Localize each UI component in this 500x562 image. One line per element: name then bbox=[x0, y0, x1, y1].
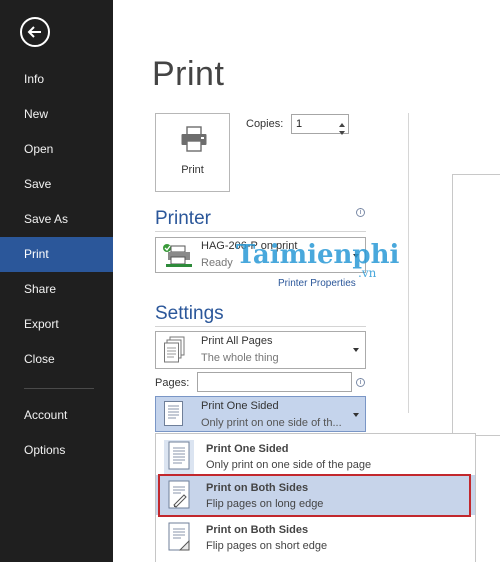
one-sided-page-icon bbox=[164, 440, 194, 477]
page-title: Print bbox=[152, 55, 225, 93]
print-range-dropdown[interactable]: Print All Pages The whole thing bbox=[155, 331, 366, 369]
menu-item-print-one-sided[interactable]: Print One Sided Only print on one side o… bbox=[156, 436, 475, 477]
sides-subtitle: Only print on one side of th... bbox=[201, 417, 342, 429]
printer-heading-rule bbox=[155, 231, 366, 232]
printer-properties-link[interactable]: Printer Properties bbox=[278, 278, 356, 289]
network-printer-icon bbox=[162, 242, 196, 275]
sidebar-item-open[interactable]: Open bbox=[0, 132, 113, 167]
printer-status: Ready bbox=[201, 257, 233, 269]
sidebar-item-share[interactable]: Share bbox=[0, 272, 113, 307]
print-button[interactable]: Print bbox=[155, 113, 230, 192]
spin-up-icon[interactable] bbox=[337, 116, 347, 127]
print-range-title: Print All Pages bbox=[201, 335, 273, 347]
print-range-subtitle: The whole thing bbox=[201, 352, 279, 364]
spin-down-icon[interactable] bbox=[337, 124, 347, 135]
copies-stepper[interactable] bbox=[291, 114, 349, 135]
pages-field[interactable] bbox=[197, 372, 352, 392]
print-preview-page bbox=[452, 174, 500, 436]
backstage-sidebar: Info New Open Save Save As Print Share E… bbox=[0, 0, 113, 562]
sidebar-item-export[interactable]: Export bbox=[0, 307, 113, 342]
watermark: Taimienphi .vn bbox=[236, 240, 399, 280]
menu-item-print-both-sides-long-edge[interactable]: Print on Both Sides Flip pages on long e… bbox=[156, 475, 475, 515]
sidebar-item-new[interactable]: New bbox=[0, 97, 113, 132]
sides-dropdown[interactable]: Print One Sided Only print on one side o… bbox=[155, 396, 366, 432]
printer-icon bbox=[180, 126, 208, 157]
chevron-down-icon bbox=[353, 413, 359, 417]
pages-input[interactable] bbox=[198, 373, 351, 391]
duplex-long-edge-icon bbox=[164, 479, 194, 516]
chevron-down-icon bbox=[353, 348, 359, 352]
sides-menu: Print One Sided Only print on one side o… bbox=[155, 433, 476, 562]
sidebar-item-account[interactable]: Account bbox=[0, 398, 113, 433]
info-icon[interactable]: i bbox=[356, 378, 365, 387]
menu-item-subtitle: Only print on one side of the page bbox=[206, 459, 372, 471]
settings-heading: Settings bbox=[155, 303, 224, 324]
menu-item-title: Print on Both Sides bbox=[206, 524, 309, 536]
menu-item-subtitle: Flip pages on long edge bbox=[206, 498, 324, 510]
duplex-short-edge-icon bbox=[164, 521, 194, 558]
sidebar-divider bbox=[24, 388, 94, 389]
settings-heading-rule bbox=[155, 326, 366, 327]
pages-label: Pages: bbox=[155, 377, 190, 389]
sidebar-item-options[interactable]: Options bbox=[0, 433, 113, 468]
sidebar-item-save-as[interactable]: Save As bbox=[0, 202, 113, 237]
sidebar-item-info[interactable]: Info bbox=[0, 62, 113, 97]
sidebar-item-save[interactable]: Save bbox=[0, 167, 113, 202]
info-icon[interactable]: i bbox=[356, 208, 365, 217]
menu-item-print-both-sides-short-edge[interactable]: Print on Both Sides Flip pages on short … bbox=[156, 517, 475, 557]
menu-item-title: Print One Sided bbox=[206, 443, 289, 455]
sidebar-item-print[interactable]: Print bbox=[0, 237, 113, 272]
sides-title: Print One Sided bbox=[201, 400, 279, 412]
pages-stack-icon bbox=[164, 336, 186, 369]
watermark-suffix: .vn bbox=[358, 266, 377, 280]
print-button-label: Print bbox=[181, 164, 204, 176]
menu-item-title: Print on Both Sides bbox=[206, 482, 309, 494]
menu-item-subtitle: Flip pages on short edge bbox=[206, 540, 328, 552]
sidebar-item-close[interactable]: Close bbox=[0, 342, 113, 377]
one-sided-page-icon bbox=[164, 401, 184, 432]
preview-divider bbox=[408, 113, 409, 413]
back-arrow-icon[interactable] bbox=[20, 17, 50, 47]
copies-input[interactable] bbox=[294, 117, 338, 131]
printer-heading: Printer bbox=[155, 208, 211, 229]
copies-label: Copies: bbox=[246, 118, 284, 130]
